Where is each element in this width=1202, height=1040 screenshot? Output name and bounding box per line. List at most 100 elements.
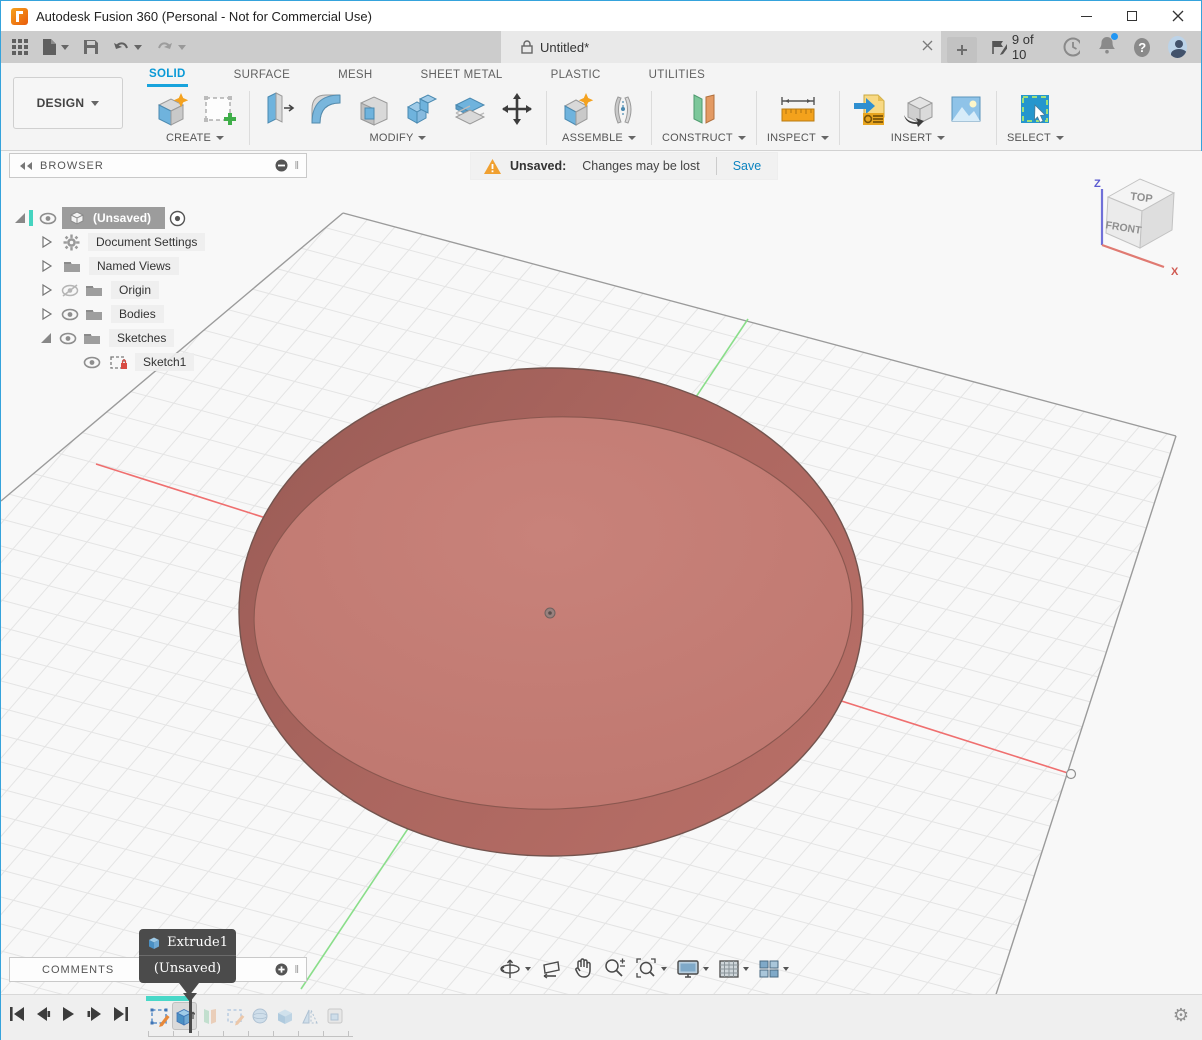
timeline-feature-extrude2[interactable]	[272, 1002, 297, 1030]
insert-mesh-icon[interactable]	[898, 89, 938, 129]
origin-point[interactable]	[545, 608, 555, 618]
play-button[interactable]	[61, 1006, 77, 1022]
grid-settings-button[interactable]	[718, 958, 749, 980]
tab-solid[interactable]: SOLID	[147, 64, 188, 87]
combine-icon[interactable]	[402, 89, 442, 129]
press-pull-icon[interactable]	[260, 89, 298, 129]
collapse-panel-icon[interactable]	[18, 161, 34, 171]
tab-utilities[interactable]: UTILITIES	[647, 65, 707, 85]
file-menu-button[interactable]	[42, 38, 69, 56]
view-cube[interactable]: TOP FRONT Z X	[1094, 178, 1179, 278]
timeline-feature-extrude1[interactable]	[172, 1002, 197, 1030]
root-selection-highlight[interactable]: (Unsaved)	[62, 207, 165, 229]
visibility-off-eye-icon[interactable]	[61, 284, 79, 297]
timeline-position-marker[interactable]	[189, 997, 192, 1033]
data-panel-icon[interactable]	[11, 38, 28, 56]
assemble-dropdown[interactable]: ASSEMBLE	[562, 132, 636, 144]
help-button[interactable]: ?	[1134, 38, 1150, 57]
go-to-start-button[interactable]	[9, 1006, 25, 1022]
visibility-eye-icon[interactable]	[59, 332, 77, 345]
save-link[interactable]: Save	[719, 154, 776, 178]
maximize-button[interactable]	[1109, 1, 1155, 31]
select-dropdown[interactable]: SELECT	[1007, 132, 1064, 144]
timeline-feature-sphere[interactable]	[247, 1002, 272, 1030]
free-documents-counter[interactable]: 9 of 10	[991, 32, 1045, 62]
axis-end-handle[interactable]	[1067, 770, 1076, 779]
display-settings-button[interactable]	[676, 957, 709, 980]
browser-item-sketches[interactable]: Sketches	[9, 327, 174, 349]
expanded-arrow-icon[interactable]	[13, 211, 27, 225]
document-tab[interactable]: Untitled*	[501, 31, 941, 63]
expanded-arrow-icon[interactable]	[39, 331, 53, 345]
tab-sheet-metal[interactable]: SHEET METAL	[419, 65, 505, 85]
go-to-end-button[interactable]	[113, 1006, 129, 1022]
panel-grip[interactable]: ‖	[294, 160, 300, 172]
minimize-button[interactable]	[1063, 1, 1109, 31]
fillet-icon[interactable]	[306, 89, 346, 129]
visibility-eye-icon[interactable]	[39, 212, 57, 225]
save-icon[interactable]	[83, 39, 98, 55]
offset-face-icon[interactable]	[450, 89, 490, 129]
new-component-icon[interactable]	[557, 89, 597, 129]
timeline-feature-plane[interactable]	[197, 1002, 222, 1030]
create-sketch-icon[interactable]	[199, 89, 239, 129]
move-copy-icon[interactable]	[498, 89, 536, 129]
workspace-selector[interactable]: DESIGN	[13, 77, 123, 129]
job-status-clock-icon[interactable]	[1063, 37, 1080, 57]
tab-plastic[interactable]: PLASTIC	[549, 65, 603, 85]
look-at-button[interactable]	[540, 957, 563, 980]
measure-icon[interactable]	[776, 89, 820, 129]
visibility-eye-icon[interactable]	[83, 356, 101, 369]
modify-dropdown[interactable]: MODIFY	[370, 132, 427, 144]
step-forward-button[interactable]	[87, 1006, 103, 1022]
browser-item-document-settings[interactable]: Document Settings	[9, 231, 205, 253]
create-dropdown[interactable]: CREATE	[166, 132, 224, 144]
timeline-feature-box[interactable]	[322, 1002, 347, 1030]
browser-root-row[interactable]: (Unsaved)	[9, 207, 186, 229]
step-back-button[interactable]	[35, 1006, 51, 1022]
joint-icon[interactable]	[605, 89, 641, 129]
timeline-feature-sketch1[interactable]	[147, 1002, 172, 1030]
collapsed-arrow-icon[interactable]	[41, 283, 53, 297]
zoom-window-button[interactable]	[635, 957, 667, 980]
viewports-button[interactable]	[758, 958, 789, 980]
collapsed-arrow-icon[interactable]	[41, 307, 53, 321]
timeline-feature-sketch2[interactable]	[222, 1002, 247, 1030]
browser-item-named-views[interactable]: Named Views	[9, 255, 179, 277]
browser-item-sketch1[interactable]: Sketch1	[9, 351, 194, 373]
new-tab-button[interactable]	[947, 37, 977, 63]
insert-svg-icon[interactable]	[850, 89, 890, 129]
select-icon[interactable]	[1015, 89, 1055, 129]
browser-panel-header[interactable]: BROWSER ‖	[9, 153, 307, 178]
shell-icon[interactable]	[354, 89, 394, 129]
notifications-button[interactable]	[1098, 35, 1116, 59]
model-viewport[interactable]: TOP FRONT Z X Unsaved: Changes may be lo…	[1, 151, 1202, 1040]
tab-close-button[interactable]	[922, 38, 933, 56]
construct-dropdown[interactable]: CONSTRUCT	[662, 132, 746, 144]
timeline-settings-gear-icon[interactable]: ⚙	[1173, 1005, 1189, 1026]
pan-button[interactable]	[572, 957, 594, 980]
browser-item-origin[interactable]: Origin	[9, 279, 159, 301]
tab-mesh[interactable]: MESH	[336, 65, 374, 85]
construct-plane-icon[interactable]	[684, 89, 724, 129]
collapsed-arrow-icon[interactable]	[41, 235, 53, 249]
undo-button[interactable]	[112, 40, 142, 55]
zoom-button[interactable]	[603, 957, 626, 980]
activate-component-radio[interactable]	[169, 210, 186, 227]
redo-button[interactable]	[156, 40, 186, 55]
panel-grip[interactable]: ‖	[294, 964, 300, 976]
profile-avatar[interactable]	[1168, 36, 1187, 58]
insert-dropdown[interactable]: INSERT	[891, 132, 945, 144]
visibility-eye-icon[interactable]	[61, 308, 79, 321]
collapsed-arrow-icon[interactable]	[41, 259, 53, 273]
orbit-button[interactable]	[499, 957, 531, 980]
inspect-dropdown[interactable]: INSPECT	[767, 132, 829, 144]
canvas-icon[interactable]	[946, 89, 986, 129]
add-comment-icon[interactable]	[275, 963, 288, 976]
browser-item-bodies[interactable]: Bodies	[9, 303, 164, 325]
tab-surface[interactable]: SURFACE	[232, 65, 292, 85]
new-solid-icon[interactable]	[151, 89, 191, 129]
timeline-feature-mirror[interactable]	[297, 1002, 322, 1030]
remove-panel-icon[interactable]	[275, 159, 288, 172]
close-button[interactable]	[1155, 1, 1201, 31]
